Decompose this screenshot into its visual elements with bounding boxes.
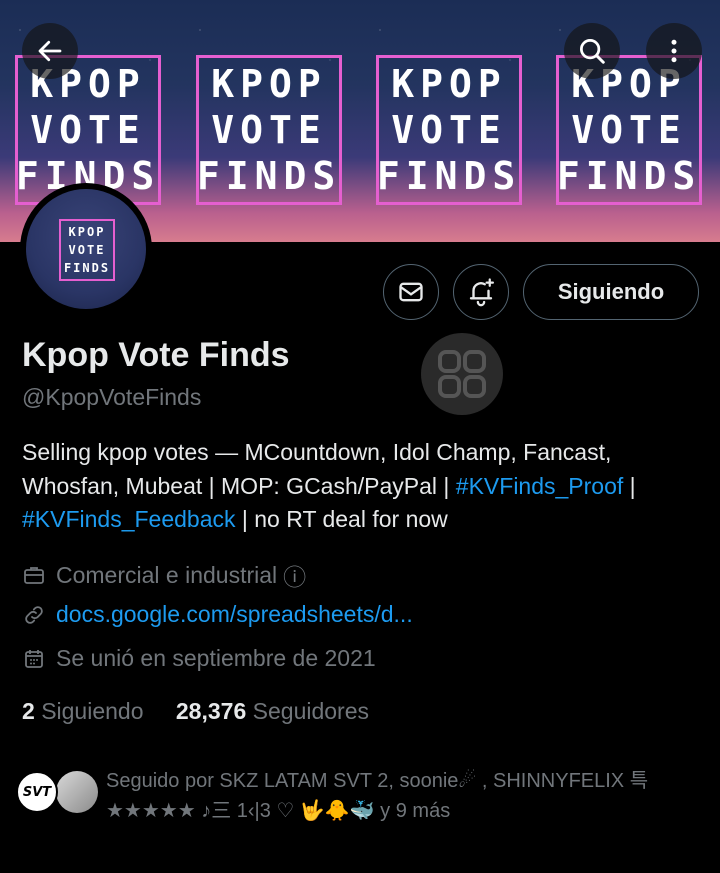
profile-bio: Selling kpop votes — MCountdown, Idol Ch… — [22, 436, 712, 537]
follower-avatar[interactable]: SVT — [16, 771, 58, 813]
avatar-logo-line: FINDS — [63, 261, 111, 275]
bio-text: | — [623, 472, 636, 499]
profile-url: docs.google.com/spreadsheets/d... — [22, 601, 413, 628]
profile-joined: Se unió en septiembre de 2021 — [22, 645, 376, 672]
floating-overlay-button[interactable] — [421, 333, 503, 415]
tile-line: FINDS — [556, 154, 702, 198]
hashtag-link[interactable]: #KVFinds_Proof — [456, 473, 623, 499]
bell-plus-icon — [469, 278, 494, 307]
profile-handle: @KpopVoteFinds — [22, 384, 202, 410]
followed-by-text[interactable]: Seguido por SKZ LATAM SVT 2, soonie☄ , S… — [106, 766, 706, 826]
following-stat[interactable]: 2 Siguiendo — [22, 698, 144, 724]
followers-count: 28,376 — [175, 698, 247, 724]
followed-by-line: ★★★★★ ♪三 1‹|3 ♡ 🤟🐥🐳 y 9 más — [106, 800, 451, 822]
notifications-button[interactable] — [453, 264, 509, 320]
mail-icon — [399, 282, 423, 302]
tile-line: VOTE — [391, 108, 507, 152]
following-label: Siguiendo — [41, 698, 144, 724]
following-button[interactable]: Siguiendo — [523, 264, 699, 320]
search-icon — [580, 39, 605, 64]
briefcase-icon — [24, 567, 44, 584]
following-button-label: Siguiendo — [557, 279, 665, 304]
avatar-logo: KPOP VOTE FINDS — [59, 219, 115, 281]
tile-line: FINDS — [196, 154, 342, 198]
tile-line: KPOP — [211, 62, 327, 106]
follower-avatar[interactable] — [56, 771, 98, 813]
hashtag-link[interactable]: #KVFinds_Feedback — [22, 506, 236, 532]
info-icon[interactable]: ⓘ — [283, 558, 306, 592]
tile-line: VOTE — [211, 108, 327, 152]
profile-avatar[interactable]: KPOP VOTE FINDS — [20, 183, 152, 315]
avatar-image: KPOP VOTE FINDS — [26, 189, 146, 309]
tile-line: KPOP — [391, 62, 507, 106]
following-count: 2 — [22, 698, 35, 724]
follow-stats: 2 Siguiendo 28,376 Seguidores — [22, 698, 369, 725]
avatar-logo-line: KPOP — [68, 225, 106, 239]
tile-line: FINDS — [376, 154, 522, 198]
more-vertical-icon — [671, 39, 677, 63]
back-button[interactable] — [22, 23, 78, 79]
joined-text: Se unió en septiembre de 2021 — [56, 645, 376, 671]
profile-tabs[interactable] — [0, 862, 720, 873]
follower-avatar-label: SVT — [22, 784, 52, 800]
profile-name: Kpop Vote Finds — [22, 336, 290, 374]
followers-stat[interactable]: 28,376 Seguidores — [176, 698, 369, 724]
link-icon — [25, 605, 43, 624]
message-button[interactable] — [383, 264, 439, 320]
banner-tile: KPOP VOTE FINDS — [196, 55, 342, 205]
banner-tile: KPOP VOTE FINDS — [376, 55, 522, 205]
profile-category: Comercial e industrial ⓘ — [22, 558, 306, 592]
followers-label: Seguidores — [252, 698, 369, 724]
tile-line: VOTE — [571, 108, 687, 152]
tile-line: VOTE — [30, 108, 146, 152]
arrow-left-icon — [38, 40, 62, 62]
more-button[interactable] — [646, 23, 702, 79]
search-button[interactable] — [564, 23, 620, 79]
website-link[interactable]: docs.google.com/spreadsheets/d... — [56, 601, 413, 628]
category-text: Comercial e industrial — [56, 561, 278, 588]
calendar-icon — [25, 649, 43, 668]
followed-by-line: Seguido por SKZ LATAM SVT 2, soonie☄ , S… — [106, 770, 649, 792]
bio-text: | no RT deal for now — [235, 506, 448, 532]
grid-icon — [438, 350, 486, 398]
avatar-logo-line: VOTE — [68, 243, 106, 257]
